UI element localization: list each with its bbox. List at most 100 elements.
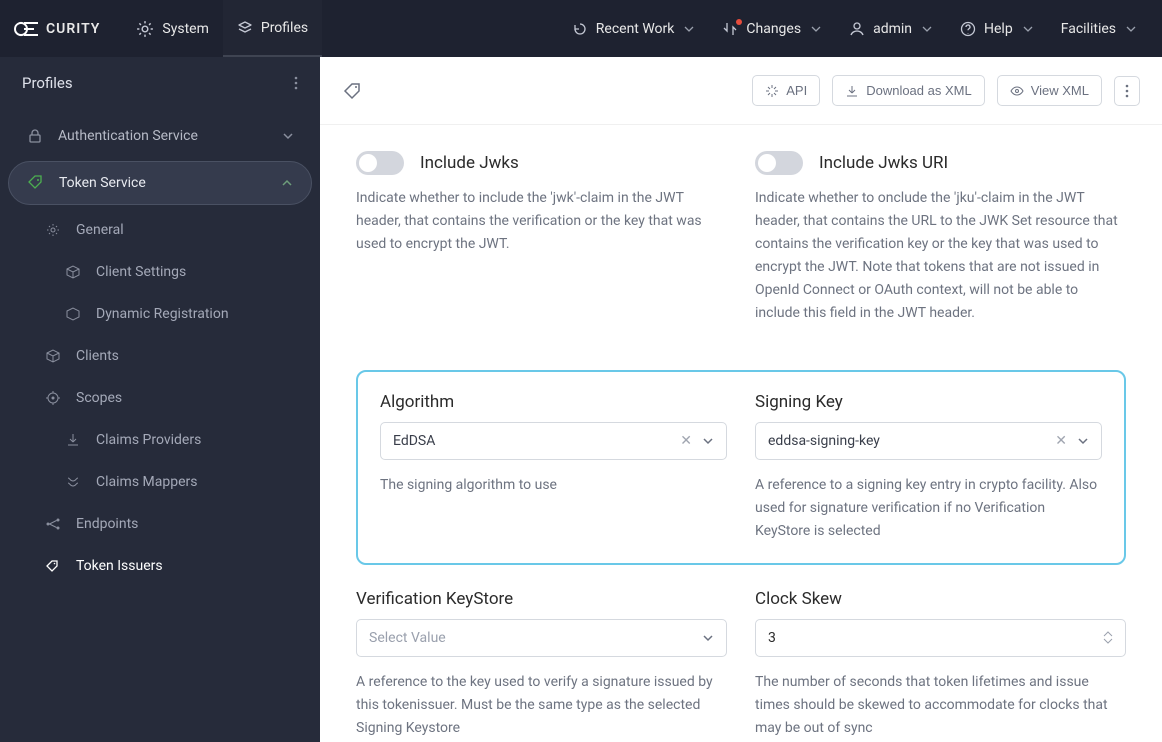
nav-system-label: System [162, 21, 208, 37]
sparkle-icon [765, 84, 779, 98]
number-stepper[interactable] [1103, 631, 1113, 644]
algorithm-select[interactable]: EdDSA ✕ [380, 422, 727, 460]
sidebar: Profiles Authentication Service Token Se… [0, 57, 320, 742]
verification-keystore-select[interactable]: Select Value [356, 619, 727, 657]
field-label: Clock Skew [755, 589, 1126, 609]
sidebar-item-label: Dynamic Registration [96, 306, 229, 322]
field-verification-keystore: Verification KeyStore Select Value A ref… [356, 589, 727, 740]
chevron-down-icon [702, 632, 714, 644]
nav-facilities-label: Facilities [1061, 21, 1116, 37]
field-algorithm: Algorithm EdDSA ✕ The signing algorithm … [380, 392, 727, 543]
brand-text: CURITY [46, 21, 100, 37]
sidebar-item-label: Clients [76, 348, 119, 364]
clock-skew-input[interactable]: 3 [755, 619, 1126, 657]
include-jwks-uri-toggle[interactable] [755, 151, 803, 175]
eye-icon [1010, 84, 1024, 98]
select-value: eddsa-signing-key [768, 433, 1055, 449]
field-label: Algorithm [380, 392, 727, 412]
nav-changes-label: Changes [746, 21, 801, 37]
view-xml-button[interactable]: View XML [997, 75, 1102, 106]
chevron-down-icon [922, 24, 932, 34]
sidebar-item-label: Scopes [76, 390, 122, 406]
field-label: Signing Key [755, 392, 1102, 412]
chevron-down-icon [811, 24, 821, 34]
button-label: View XML [1031, 83, 1089, 98]
section-authentication-service[interactable]: Authentication Service [8, 115, 312, 157]
main-content: API Download as XML View XML Include Jwk… [320, 57, 1162, 742]
chevron-down-icon[interactable] [1103, 638, 1113, 644]
field-signing-key: Signing Key eddsa-signing-key ✕ A refere… [755, 392, 1102, 543]
select-value: EdDSA [393, 433, 680, 449]
field-desc: The number of seconds that token lifetim… [755, 671, 1126, 740]
nav-profiles-label: Profiles [261, 20, 308, 36]
sidebar-item-clients[interactable]: Clients [26, 335, 312, 377]
more-vertical-icon[interactable] [294, 76, 298, 90]
chevron-up-icon [281, 177, 293, 189]
chevron-down-icon [282, 130, 294, 142]
tag-icon [44, 557, 62, 575]
topbar: CURITY System Profiles Recent Work Chang… [0, 0, 1162, 57]
changes-badge [722, 21, 738, 37]
curity-logo-icon [12, 21, 38, 37]
changes-icon [722, 21, 738, 37]
more-actions-button[interactable] [1114, 76, 1140, 106]
clear-icon[interactable]: ✕ [680, 433, 692, 449]
nav-recent-work[interactable]: Recent Work [558, 0, 709, 57]
download-xml-button[interactable]: Download as XML [832, 75, 985, 106]
tag-icon [27, 174, 45, 192]
more-vertical-icon [1125, 84, 1129, 98]
nav-profiles[interactable]: Profiles [223, 0, 322, 57]
field-label: Include Jwks URI [819, 153, 948, 173]
sidebar-item-scopes[interactable]: Scopes [26, 377, 312, 419]
cube-icon [44, 347, 62, 365]
clear-icon[interactable]: ✕ [1055, 433, 1067, 449]
settings-icon [44, 221, 62, 239]
field-include-jwks: Include Jwks Indicate whether to include… [356, 151, 727, 326]
box-settings-icon [64, 263, 82, 281]
user-icon [849, 21, 865, 37]
brand-logo[interactable]: CURITY [12, 21, 100, 37]
signing-key-select[interactable]: eddsa-signing-key ✕ [755, 422, 1102, 460]
sidebar-item-dynamic-registration[interactable]: Dynamic Registration [26, 293, 312, 335]
nav-admin[interactable]: admin [835, 0, 946, 57]
chevron-down-icon [1126, 24, 1136, 34]
sidebar-item-claims-mappers[interactable]: Claims Mappers [26, 461, 312, 503]
highlighted-section: Algorithm EdDSA ✕ The signing algorithm … [356, 370, 1126, 565]
sidebar-item-label: Claims Mappers [96, 474, 197, 490]
section-token-service[interactable]: Token Service [8, 161, 312, 205]
nav-help[interactable]: Help [946, 0, 1047, 57]
sidebar-item-label: Token Issuers [76, 558, 163, 574]
input-value: 3 [768, 630, 1103, 646]
chevron-up-icon[interactable] [1103, 631, 1113, 637]
help-icon [960, 21, 976, 37]
section-label: Token Service [59, 175, 146, 191]
include-jwks-toggle[interactable] [356, 151, 404, 175]
map-icon [64, 473, 82, 491]
sidebar-item-label: Claims Providers [96, 432, 201, 448]
chevron-down-icon [1023, 24, 1033, 34]
sidebar-item-token-issuers[interactable]: Token Issuers [26, 545, 312, 587]
chevron-down-icon [1077, 435, 1089, 447]
nav-admin-label: admin [873, 21, 912, 37]
nav-recent-work-label: Recent Work [596, 21, 675, 37]
network-icon [44, 515, 62, 533]
sidebar-item-claims-providers[interactable]: Claims Providers [26, 419, 312, 461]
sidebar-item-general[interactable]: General [26, 209, 312, 251]
api-button[interactable]: API [752, 75, 820, 106]
nav-system[interactable]: System [122, 0, 222, 57]
field-desc: Indicate whether to onclude the 'jku'-cl… [755, 187, 1126, 326]
sidebar-item-endpoints[interactable]: Endpoints [26, 503, 312, 545]
button-label: Download as XML [866, 83, 972, 98]
sidebar-item-label: Endpoints [76, 516, 138, 532]
download-icon [845, 84, 859, 98]
layers-icon [237, 20, 253, 36]
chevron-down-icon [702, 435, 714, 447]
field-desc: A reference to a signing key entry in cr… [755, 474, 1102, 543]
sidebar-item-client-settings[interactable]: Client Settings [26, 251, 312, 293]
nav-help-label: Help [984, 21, 1013, 37]
chevron-down-icon [684, 24, 694, 34]
nav-changes[interactable]: Changes [708, 0, 835, 57]
nav-facilities[interactable]: Facilities [1047, 0, 1150, 57]
tag-outline-icon [342, 80, 364, 102]
select-placeholder: Select Value [369, 630, 702, 646]
